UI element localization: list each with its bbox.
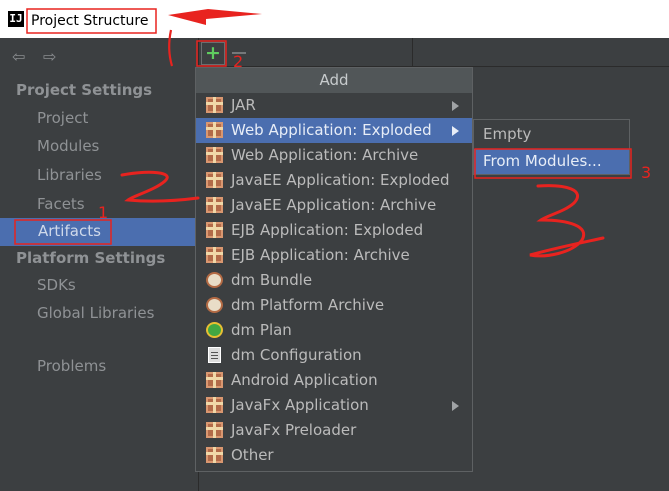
annotation-number-3: 3 — [641, 163, 651, 182]
annotation-box-add-button — [196, 40, 227, 67]
annotation-box-from-modules — [474, 148, 632, 179]
annotation-scribble-2 — [120, 170, 200, 203]
annotation-scribble-3 — [529, 184, 605, 258]
annotation-box-artifacts — [14, 219, 112, 245]
annotation-number-1: 1 — [98, 203, 108, 222]
annotation-arrow — [168, 9, 262, 25]
annotation-number-2: 2 — [233, 52, 243, 71]
red-annotations: 2 1 3 — [14, 8, 651, 258]
annotation-stroke — [168, 29, 174, 67]
annotation-box-title — [26, 8, 157, 34]
